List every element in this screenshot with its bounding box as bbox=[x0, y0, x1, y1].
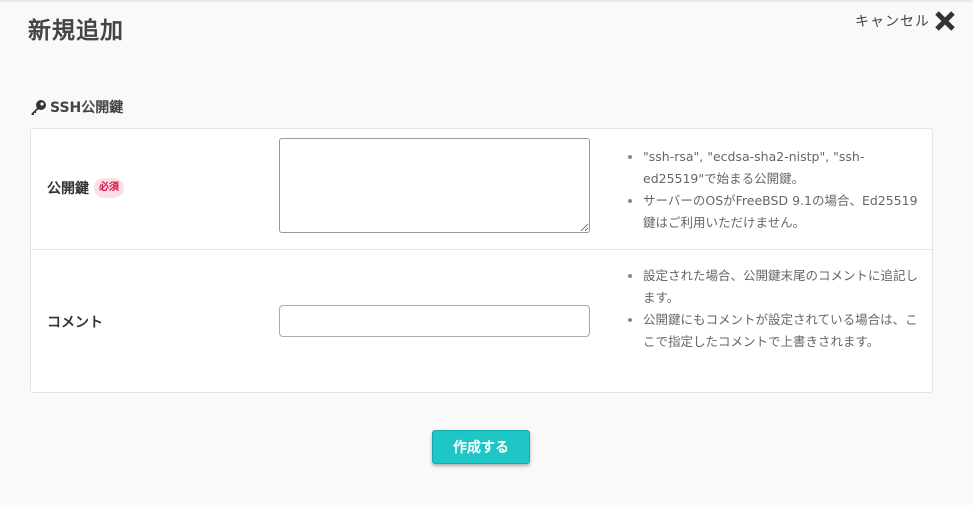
comment-label: コメント bbox=[47, 312, 103, 332]
public-key-notes: "ssh-rsa", "ecdsa-sha2-nistp", "ssh-ed25… bbox=[625, 146, 925, 234]
public-key-row: 公開鍵 必須 "ssh-rsa", "ecdsa-sha2-nistp", "s… bbox=[31, 129, 932, 250]
close-icon[interactable] bbox=[933, 9, 957, 33]
create-button[interactable]: 作成する bbox=[432, 430, 530, 464]
cancel-button[interactable]: キャンセル bbox=[855, 9, 957, 33]
comment-note: 公開鍵にもコメントが設定されている場合は、ここで指定したコメントで上書きされます… bbox=[625, 309, 925, 353]
cancel-label: キャンセル bbox=[855, 14, 930, 30]
key-icon bbox=[31, 99, 46, 115]
public-key-note: サーバーのOSがFreeBSD 9.1の場合、Ed25519鍵はご利用いただけま… bbox=[625, 190, 925, 234]
comment-notes: 設定された場合、公開鍵末尾のコメントに追記します。 公開鍵にもコメントが設定され… bbox=[625, 265, 925, 353]
public-key-note: "ssh-rsa", "ecdsa-sha2-nistp", "ssh-ed25… bbox=[625, 146, 925, 190]
comment-label-text: コメント bbox=[47, 315, 103, 331]
comment-row: コメント 設定された場合、公開鍵末尾のコメントに追記します。 公開鍵にもコメント… bbox=[31, 250, 932, 392]
public-key-textarea[interactable] bbox=[279, 138, 590, 233]
public-key-label: 公開鍵 必須 bbox=[47, 178, 124, 198]
section-heading-text: SSH公開鍵 bbox=[50, 100, 124, 116]
ssh-key-form: 公開鍵 必須 "ssh-rsa", "ecdsa-sha2-nistp", "s… bbox=[30, 128, 933, 393]
page-title: 新規追加 bbox=[28, 18, 124, 44]
top-shadow bbox=[0, 0, 973, 3]
public-key-label-text: 公開鍵 bbox=[47, 181, 89, 197]
required-badge: 必須 bbox=[94, 178, 124, 198]
comment-note: 設定された場合、公開鍵末尾のコメントに追記します。 bbox=[625, 265, 925, 309]
comment-input[interactable] bbox=[279, 305, 590, 337]
section-heading: SSH公開鍵 bbox=[30, 97, 123, 117]
